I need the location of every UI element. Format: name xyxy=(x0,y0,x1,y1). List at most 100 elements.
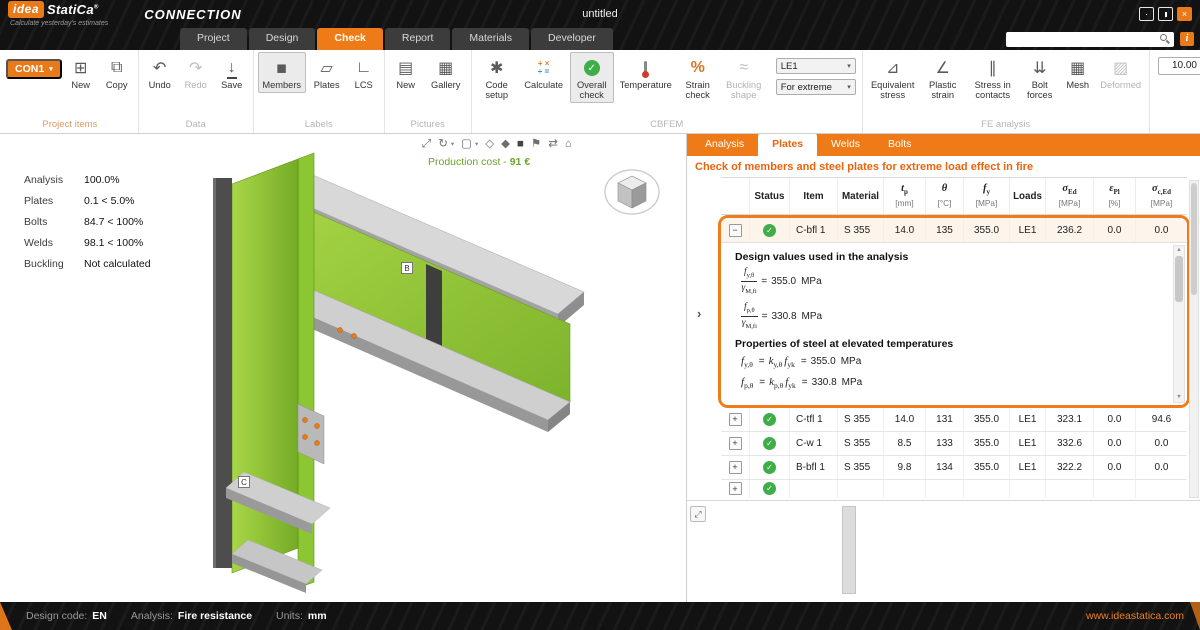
results-scrollbar[interactable] xyxy=(1189,180,1199,498)
detail-collapse-chevron[interactable]: › xyxy=(697,306,701,321)
save-button[interactable]: ↓ Save xyxy=(215,52,249,93)
shaded-view-icon[interactable]: ◆ xyxy=(501,137,510,151)
plates-icon: ▱ xyxy=(321,57,333,79)
plastic-strain-button[interactable]: ∠ Plastic strain xyxy=(921,52,965,103)
detail-scrollbar[interactable]: ▲ ▼ xyxy=(1173,245,1185,403)
strain-check-button[interactable]: % Strain check xyxy=(678,52,718,103)
bolt-forces-button[interactable]: ⇊ Bolt forces xyxy=(1021,52,1059,103)
restore-button[interactable] xyxy=(1158,7,1173,21)
table-row[interactable]: + ✓ C-w 1 S 355 8.5 133 355.0 LE1 332.6 … xyxy=(721,432,1187,456)
select-tool-icon[interactable]: ▢ xyxy=(461,137,472,151)
cell-tp: 8.5 xyxy=(883,432,925,455)
copy-button[interactable]: ⧉ Copy xyxy=(100,52,134,93)
new-picture-button[interactable]: ▤ New xyxy=(389,52,423,93)
table-row[interactable]: + ✓ C-tfl 1 S 355 14.0 131 355.0 LE1 323… xyxy=(721,408,1187,432)
mesh-button[interactable]: ▦ Mesh xyxy=(1061,52,1095,93)
extreme-filter-dropdown[interactable]: For extreme ▾ xyxy=(776,79,856,95)
search-box[interactable] xyxy=(1006,32,1174,47)
expand-row-button[interactable]: + xyxy=(729,482,742,495)
group-label-labels: Labels xyxy=(258,117,380,133)
wireframe-view-icon[interactable]: ◇ xyxy=(485,137,494,151)
close-button[interactable]: × xyxy=(1177,7,1192,21)
new-project-item-button[interactable]: ⊞ New xyxy=(64,52,98,93)
cell-loads: LE1 xyxy=(1009,408,1045,431)
code-setup-button[interactable]: ✱ Code setup xyxy=(476,52,518,103)
member-label-c[interactable]: C xyxy=(238,476,250,488)
bolt[interactable] xyxy=(303,418,308,423)
cell-sigma-c-ed: 0.0 xyxy=(1135,432,1187,455)
labels-plates-toggle[interactable]: ▱ Plates xyxy=(308,52,346,93)
stiffener-plate[interactable] xyxy=(426,264,442,348)
home-view-icon[interactable]: ⌂ xyxy=(565,137,572,151)
cell-tp: 14.0 xyxy=(883,218,925,242)
save-icon: ↓ xyxy=(227,57,237,79)
solid-view-icon[interactable]: ■ xyxy=(517,137,524,151)
mirror-view-icon[interactable]: ⇄ xyxy=(548,137,558,151)
undo-button[interactable]: ↶ Undo xyxy=(143,52,177,93)
expand-row-button[interactable]: + xyxy=(729,461,742,474)
tab-materials[interactable]: Materials xyxy=(452,28,529,50)
undo-icon: ↶ xyxy=(153,57,166,79)
formula-fy-design: fy,θ γM,fi = 355.0 MPa xyxy=(741,268,1167,296)
cell-eps-pl: 0.0 xyxy=(1093,218,1135,242)
website-link[interactable]: www.ideastatica.com xyxy=(1086,610,1184,622)
tab-analysis[interactable]: Analysis xyxy=(691,134,758,156)
cell-sigma-c-ed: 94.6 xyxy=(1135,408,1187,431)
bolt[interactable] xyxy=(352,334,357,339)
chevron-down-icon[interactable]: ▾ xyxy=(451,140,454,148)
equivalent-stress-button[interactable]: ⊿ Equivalent stress xyxy=(867,52,919,103)
calculate-button[interactable]: + ×÷ = Calculate xyxy=(520,52,568,93)
bolt[interactable] xyxy=(338,328,343,333)
labels-lcs-toggle[interactable]: ∟ LCS xyxy=(348,52,380,93)
col-temperature: θ [°C] xyxy=(925,178,963,214)
member-label-b[interactable]: B xyxy=(401,262,413,274)
scale-spinner[interactable]: 10.00 ▲ ▼ xyxy=(1158,57,1200,75)
overall-check-button[interactable]: ✓ Overall check xyxy=(570,52,614,103)
table-row[interactable]: − ✓ C-bfl 1 S 355 14.0 135 355.0 LE1 236… xyxy=(721,218,1187,242)
lower-panel-scrollbar[interactable] xyxy=(842,506,856,594)
rotate-view-icon[interactable]: ↻ xyxy=(438,137,448,151)
3d-viewport[interactable]: ⤢ ↻▾ ▢▾ ◇ ◆ ■ ⚑ ⇄ ⌂ Production cost - 91… xyxy=(190,134,686,602)
bolt[interactable] xyxy=(315,424,320,429)
cell-theta: 133 xyxy=(925,432,963,455)
navigation-cube[interactable] xyxy=(600,164,664,220)
thermometer-icon xyxy=(644,61,647,76)
scroll-up-icon[interactable]: ▲ xyxy=(1176,246,1181,255)
expand-row-button[interactable]: + xyxy=(729,437,742,450)
search-input[interactable] xyxy=(1009,33,1160,45)
temperature-button[interactable]: Temperature xyxy=(616,52,676,93)
stress-in-contacts-button[interactable]: ∥ Stress in contacts xyxy=(967,52,1019,103)
collapse-row-button[interactable]: − xyxy=(729,224,742,237)
info-button[interactable]: i xyxy=(1180,32,1194,46)
members-cube-icon: ◼ xyxy=(276,57,287,79)
tab-bolts[interactable]: Bolts xyxy=(874,134,925,156)
bolt[interactable] xyxy=(315,441,320,446)
cell-fy: 355.0 xyxy=(963,432,1009,455)
tab-developer[interactable]: Developer xyxy=(531,28,613,50)
table-row[interactable]: + ✓ B-bfl 1 S 355 9.8 134 355.0 LE1 322.… xyxy=(721,456,1187,480)
connection-selector-button[interactable]: CON1▾ xyxy=(6,59,62,79)
minimize-button[interactable] xyxy=(1139,7,1154,21)
cell-material: S 355 xyxy=(837,432,883,455)
scroll-down-icon[interactable]: ▼ xyxy=(1176,393,1181,402)
cell-loads: LE1 xyxy=(1009,432,1045,455)
labels-members-toggle[interactable]: ◼ Members xyxy=(258,52,306,93)
expand-lower-panel-button[interactable]: ⤢ xyxy=(690,506,706,522)
bolt[interactable] xyxy=(303,435,308,440)
chevron-down-icon[interactable]: ▾ xyxy=(475,140,478,148)
expand-row-button[interactable]: + xyxy=(729,413,742,426)
status-ok-icon: ✓ xyxy=(763,461,776,474)
scrollbar-thumb[interactable] xyxy=(1191,183,1197,295)
tab-plates[interactable]: Plates xyxy=(758,134,817,156)
tab-report[interactable]: Report xyxy=(385,28,451,50)
section-plane-icon[interactable]: ⚑ xyxy=(531,137,541,151)
load-case-dropdown[interactable]: LE1 ▾ xyxy=(776,58,856,74)
scrollbar-thumb[interactable] xyxy=(1175,256,1183,302)
tab-check[interactable]: Check xyxy=(317,28,383,50)
tab-welds[interactable]: Welds xyxy=(817,134,874,156)
table-row-clipped[interactable]: + ✓ xyxy=(721,480,1187,498)
tab-design[interactable]: Design xyxy=(249,28,316,50)
tab-project[interactable]: Project xyxy=(180,28,247,50)
zoom-fit-icon[interactable]: ⤢ xyxy=(422,137,431,151)
gallery-button[interactable]: ▦ Gallery xyxy=(425,52,467,93)
